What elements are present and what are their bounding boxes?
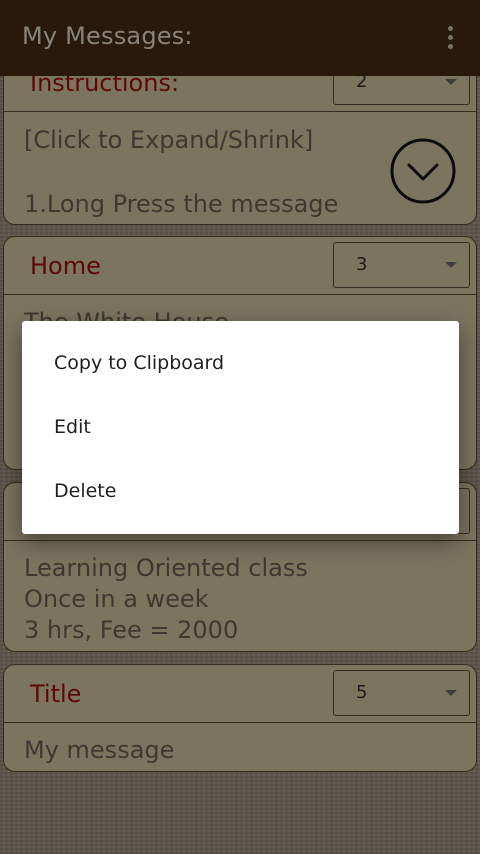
context-menu-dialog: Copy to Clipboard Edit Delete	[22, 321, 459, 534]
menu-item-edit[interactable]: Edit	[22, 395, 459, 459]
menu-item-copy-to-clipboard[interactable]: Copy to Clipboard	[22, 331, 459, 395]
menu-item-delete[interactable]: Delete	[22, 459, 459, 523]
